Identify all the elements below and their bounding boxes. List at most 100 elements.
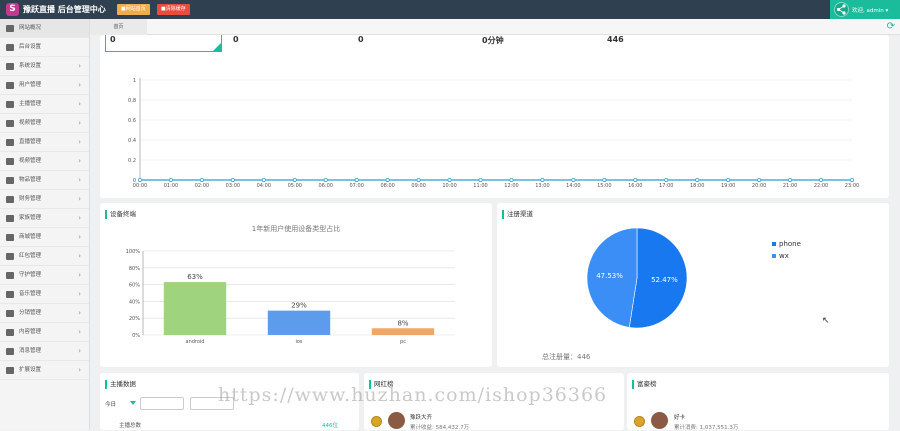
chevron-right-icon: › xyxy=(78,347,81,355)
data-point xyxy=(138,178,142,182)
x-tick-label: 23:00 xyxy=(845,183,859,189)
refresh-icon[interactable]: ⟳ xyxy=(887,21,895,32)
sidebar-item[interactable]: 用户管理 › xyxy=(0,76,89,95)
cart-icon xyxy=(6,234,14,241)
x-tick-label: 12:00 xyxy=(504,183,518,189)
x-tick-label: 00:00 xyxy=(133,183,147,189)
data-point xyxy=(230,178,235,182)
chevron-right-icon: › xyxy=(78,271,81,279)
sidebar-item-label: 分销管理 xyxy=(19,310,42,316)
y-tick-label: 80% xyxy=(129,266,140,272)
share-avatar-icon[interactable] xyxy=(834,2,849,17)
sidebar-item[interactable]: 分销管理 › xyxy=(0,304,89,323)
avatar[interactable] xyxy=(651,412,668,429)
sidebar-item-label: 主播管理 xyxy=(19,101,42,107)
sidebar-item[interactable]: 主播管理 › xyxy=(0,95,89,114)
video-icon xyxy=(6,177,14,184)
website-home-button[interactable]: ■网站首页 xyxy=(117,4,150,15)
data-point xyxy=(726,178,731,182)
x-tick-label: 08:00 xyxy=(380,183,394,189)
bar xyxy=(371,328,435,335)
chevron-right-icon: › xyxy=(78,119,81,127)
sidebar-item-label: 财务管理 xyxy=(19,196,42,202)
x-tick-label: 15:00 xyxy=(597,183,611,189)
video-icon xyxy=(6,158,14,165)
user-greeting[interactable]: 欢迎, admin ▾ xyxy=(852,6,888,14)
chevron-right-icon: › xyxy=(78,100,81,108)
user-menu[interactable]: 欢迎, admin ▾ xyxy=(830,0,900,19)
bar-value-label: 63% xyxy=(187,273,203,281)
sidebar-item-label: 视频管理 xyxy=(19,158,42,164)
x-tick-label: 02:00 xyxy=(195,183,209,189)
sidebar-item[interactable]: 商城管理 › xyxy=(0,228,89,247)
sidebar-item[interactable]: 网站概况 xyxy=(0,19,89,38)
slice-label: 52.47% xyxy=(651,276,678,284)
monitor-icon xyxy=(6,120,14,127)
sidebar-item[interactable]: 内容管理 › xyxy=(0,323,89,342)
x-tick-label: 01:00 xyxy=(164,183,178,189)
sidebar-item-label: 网站概况 xyxy=(19,25,42,31)
start-date-input[interactable] xyxy=(140,397,184,410)
influencer-name: 豫跃大齐 xyxy=(410,415,433,421)
x-tick-label: 03:00 xyxy=(226,183,240,189)
data-point xyxy=(788,178,793,182)
register-pie-chart: 52.47% 47.53% phone wx xyxy=(586,227,801,329)
y-tick-label: 40% xyxy=(129,299,140,305)
users-icon xyxy=(6,82,14,89)
y-tick-label: 1 xyxy=(133,78,136,84)
sidebar-item[interactable]: 守护管理 › xyxy=(0,266,89,285)
sidebar-item[interactable]: 音乐管理 › xyxy=(0,285,89,304)
x-tick-label: 13:00 xyxy=(535,183,549,189)
sidebar-item[interactable]: 消息管理 › xyxy=(0,342,89,361)
sidebar-item-label: 红包管理 xyxy=(19,253,42,259)
data-point xyxy=(850,178,854,182)
x-tick-label: 18:00 xyxy=(690,183,704,189)
data-point xyxy=(664,178,669,182)
bar xyxy=(163,282,227,335)
chevron-right-icon: › xyxy=(78,157,81,165)
x-tick-label: 07:00 xyxy=(349,183,363,189)
sidebar-item-label: 音乐管理 xyxy=(19,291,42,297)
sidebar-item[interactable]: 直播管理 › xyxy=(0,133,89,152)
bank-icon xyxy=(6,215,14,222)
sidebar-item[interactable]: 后台设置 xyxy=(0,38,89,57)
end-date-input[interactable] xyxy=(190,397,234,410)
sidebar-item[interactable]: 系统设置 › xyxy=(0,57,89,76)
hourly-line-chart: 00.20.40.60.8100:00 01:00 02:00 03:00 04:00 0… xyxy=(128,78,859,189)
register-channel-card: 注册渠道 52.47% 47.53% phone wx 总注册量：446 xyxy=(497,203,889,367)
x-tick-label: 09:00 xyxy=(411,183,425,189)
x-tick-label: 06:00 xyxy=(319,183,333,189)
sidebar-item[interactable]: 视频管理 › xyxy=(0,152,89,171)
bar xyxy=(267,310,331,335)
chevron-right-icon: › xyxy=(78,62,81,70)
avatar[interactable] xyxy=(388,412,405,429)
register-total: 总注册量：446 xyxy=(542,353,591,361)
x-tick-label: ios xyxy=(295,339,302,345)
clear-cache-button[interactable]: ■清除缓存 xyxy=(157,4,190,15)
person-icon xyxy=(6,101,14,108)
sidebar-item[interactable]: 家族管理 › xyxy=(0,209,89,228)
date-filter-label[interactable]: 今日 xyxy=(105,400,116,408)
data-point xyxy=(292,178,297,182)
sidebar-item[interactable]: 财务管理 › xyxy=(0,190,89,209)
top-bar: S 豫跃直播 后台管理中心 ■网站首页 ■清除缓存 欢迎, admin ▾ xyxy=(0,0,900,19)
data-point xyxy=(261,178,266,182)
y-tick-label: 0.2 xyxy=(128,158,136,164)
chevron-down-icon[interactable] xyxy=(130,401,136,405)
sidebar-item[interactable]: 物品管理 › xyxy=(0,171,89,190)
y-tick-label: 60% xyxy=(129,283,140,289)
x-tick-label: 05:00 xyxy=(288,183,302,189)
chevron-right-icon: › xyxy=(78,252,81,260)
sidebar-item[interactable]: 扩展设置 › xyxy=(0,361,89,380)
sidebar-item-label: 系统设置 xyxy=(19,63,42,69)
sidebar-item[interactable]: 视频管理 › xyxy=(0,114,89,133)
data-point xyxy=(602,178,607,182)
chevron-right-icon: › xyxy=(78,290,81,298)
chart-icon xyxy=(6,25,14,32)
tab-home[interactable]: 首页 xyxy=(90,19,147,35)
chevron-right-icon: › xyxy=(78,233,81,241)
sidebar-item[interactable]: 红包管理 › xyxy=(0,247,89,266)
app-logo: S xyxy=(6,3,19,16)
cloud-icon xyxy=(6,367,14,374)
legend-label: wx xyxy=(779,252,789,260)
